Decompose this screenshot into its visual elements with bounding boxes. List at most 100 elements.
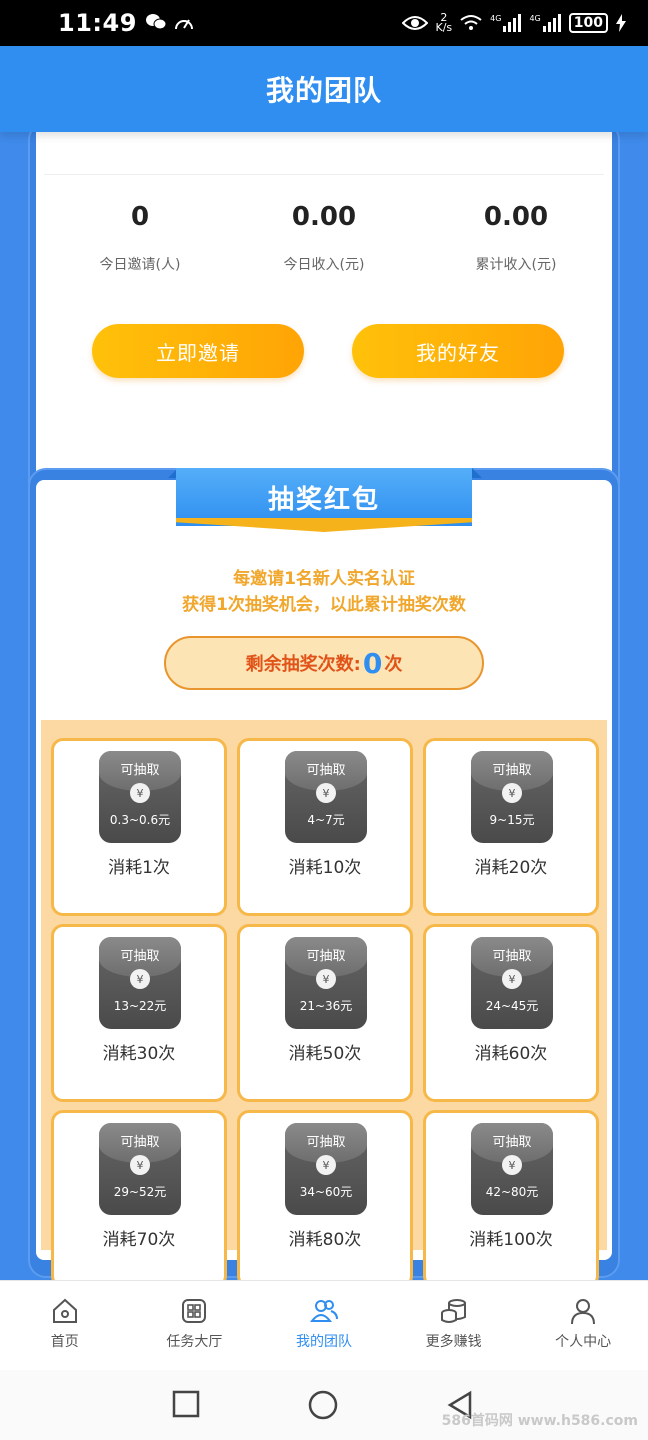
envelope-cost: 消耗70次 bbox=[102, 1230, 176, 1250]
nav-label: 个人中心 bbox=[555, 1334, 612, 1350]
divider bbox=[44, 174, 604, 175]
envelope-cost: 消耗30次 bbox=[102, 1044, 176, 1064]
red-envelope-grid: 可抽取 ¥0.3~0.6元 消耗1次 可抽取 ¥4~7元 消耗10次 可抽取 ¥9~15元 消耗… bbox=[41, 720, 607, 1280]
lottery-tip-line2: 获得1次抽奖机会，以此累计抽奖次数 bbox=[182, 595, 466, 615]
stat-label: 累计收入(元) bbox=[475, 257, 557, 273]
signal-label: 4G bbox=[490, 14, 502, 23]
nav-label: 更多赚钱 bbox=[425, 1334, 482, 1350]
envelope-card[interactable]: 可抽取 ¥9~15元消耗20次 bbox=[423, 738, 599, 916]
yuan-coin-icon: ¥ bbox=[316, 783, 336, 803]
envelope-cost: 消耗60次 bbox=[474, 1044, 548, 1064]
yuan-coin-icon: ¥ bbox=[502, 1155, 522, 1175]
nav-label: 任务大厅 bbox=[166, 1334, 223, 1350]
envelope-range: 21~36元 bbox=[299, 999, 353, 1013]
envelope-label: 可抽取 bbox=[492, 763, 532, 778]
yuan-coin-icon: ¥ bbox=[316, 1155, 336, 1175]
envelope-card[interactable]: 可抽取 ¥29~52元消耗70次 bbox=[51, 1110, 227, 1280]
envelope-label: 可抽取 bbox=[306, 1135, 346, 1150]
yuan-coin-icon: ¥ bbox=[316, 969, 336, 989]
bottom-nav: 首页 任务大厅 我的团队 更多赚钱 个人中心 bbox=[0, 1280, 648, 1370]
stat-value: 0.00 bbox=[483, 202, 549, 232]
yuan-coin-icon: ¥ bbox=[130, 969, 150, 989]
yuan-coin-icon: ¥ bbox=[130, 1155, 150, 1175]
home-icon bbox=[52, 1298, 77, 1323]
envelope-label: 可抽取 bbox=[120, 949, 160, 964]
app-header: 我的团队 bbox=[0, 46, 648, 132]
user-icon bbox=[571, 1299, 596, 1325]
remaining-count: 0 bbox=[362, 646, 383, 680]
wechat-icon bbox=[145, 14, 167, 30]
speedometer-icon bbox=[174, 19, 193, 30]
eye-icon bbox=[401, 16, 428, 30]
envelope-cost: 消耗10次 bbox=[288, 858, 362, 878]
system-nav-bar: 586首码网 www.h586.com bbox=[0, 1370, 648, 1440]
envelope-label: 可抽取 bbox=[492, 949, 532, 964]
red-envelope-icon: 可抽取 ¥9~15元 bbox=[471, 751, 553, 843]
envelope-range: 29~52元 bbox=[113, 1185, 167, 1199]
my-friends-button[interactable]: 我的好友 bbox=[352, 324, 564, 378]
remaining-draws-badge: 剩余抽奖次数: 0 次 bbox=[164, 636, 484, 690]
envelope-range: 13~22元 bbox=[113, 999, 167, 1013]
envelope-label: 可抽取 bbox=[306, 763, 346, 778]
team-icon bbox=[309, 1300, 338, 1322]
net-speed: 2 K/s bbox=[435, 12, 453, 34]
nav-profile[interactable]: 个人中心 bbox=[518, 1281, 648, 1370]
red-envelope-icon: 可抽取 ¥42~80元 bbox=[471, 1123, 553, 1215]
envelope-cost: 消耗50次 bbox=[288, 1044, 362, 1064]
envelope-card[interactable]: 可抽取 ¥13~22元消耗30次 bbox=[51, 924, 227, 1102]
battery-indicator: 100 bbox=[568, 13, 608, 33]
net-speed-unit: K/s bbox=[435, 21, 453, 34]
envelope-range: 34~60元 bbox=[299, 1185, 353, 1199]
envelope-cost: 消耗80次 bbox=[288, 1230, 362, 1250]
envelope-card[interactable]: 可抽取 ¥42~80元消耗100次 bbox=[423, 1110, 599, 1280]
stat-today-invites: 0 今日邀请(人) bbox=[40, 202, 240, 274]
envelope-card[interactable]: 可抽取 ¥0.3~0.6元 消耗1次 bbox=[51, 738, 227, 916]
lottery-tip-line1: 每邀请1名新人实名认证 bbox=[233, 569, 415, 589]
nav-label: 我的团队 bbox=[295, 1334, 352, 1350]
envelope-range: 4~7元 bbox=[307, 813, 345, 827]
envelope-label: 可抽取 bbox=[120, 1135, 160, 1150]
envelope-range: 24~45元 bbox=[485, 999, 539, 1013]
remaining-unit: 次 bbox=[384, 654, 403, 675]
stat-value: 0 bbox=[130, 202, 150, 232]
nav-more-earn[interactable]: 更多赚钱 bbox=[389, 1281, 519, 1370]
main-content[interactable]: 0 今日邀请(人) 0.00 今日收入(元) 0.00 累计收入(元) 立即邀请… bbox=[0, 132, 648, 1280]
signal-icon: 4G bbox=[490, 14, 522, 32]
coins-icon bbox=[440, 1299, 466, 1323]
stat-today-income: 0.00 今日收入(元) bbox=[224, 202, 424, 274]
red-envelope-icon: 可抽取 ¥29~52元 bbox=[99, 1123, 181, 1215]
watermark: 586首码网 www.h586.com bbox=[441, 1413, 638, 1429]
envelope-label: 可抽取 bbox=[492, 1135, 532, 1150]
lottery-title-ribbon: 抽奖红包 bbox=[176, 468, 472, 526]
status-bar: 11:49 2 K/s 4G 4G 100 bbox=[0, 0, 648, 46]
status-right: 2 K/s 4G 4G 100 bbox=[401, 12, 626, 34]
signal-icon-2: 4G bbox=[529, 14, 561, 32]
envelope-card[interactable]: 可抽取 ¥4~7元消耗10次 bbox=[237, 738, 413, 916]
stat-total-income: 0.00 累计收入(元) bbox=[416, 202, 616, 274]
home-circle-icon[interactable] bbox=[308, 1390, 338, 1420]
invite-now-button[interactable]: 立即邀请 bbox=[92, 324, 304, 378]
nav-task-hall[interactable]: 任务大厅 bbox=[130, 1281, 260, 1370]
envelope-card[interactable]: 可抽取 ¥24~45元 消耗60次 bbox=[423, 924, 599, 1102]
red-envelope-icon: 可抽取 ¥21~36元 bbox=[285, 937, 367, 1029]
signal-label-2: 4G bbox=[529, 14, 541, 23]
red-envelope-icon: 可抽取 ¥0.3~0.6元 bbox=[99, 751, 181, 843]
status-time: 11:49 bbox=[58, 9, 137, 37]
charging-icon bbox=[616, 14, 626, 32]
nav-my-team[interactable]: 我的团队 bbox=[259, 1281, 389, 1370]
envelope-cost: 消耗20次 bbox=[474, 858, 548, 878]
envelope-range: 9~15元 bbox=[489, 813, 535, 827]
yuan-coin-icon: ¥ bbox=[502, 783, 522, 803]
envelope-range: 42~80元 bbox=[485, 1185, 539, 1199]
envelope-card[interactable]: 可抽取 ¥21~36元消耗50次 bbox=[237, 924, 413, 1102]
recents-icon[interactable] bbox=[172, 1390, 200, 1418]
envelope-card[interactable]: 可抽取 ¥34~60元消耗80次 bbox=[237, 1110, 413, 1280]
red-envelope-icon: 可抽取 ¥34~60元 bbox=[285, 1123, 367, 1215]
remaining-label: 剩余抽奖次数: bbox=[245, 654, 361, 675]
stat-value: 0.00 bbox=[291, 202, 357, 232]
envelope-cost: 消耗100次 bbox=[469, 1230, 553, 1250]
stat-label: 今日收入(元) bbox=[283, 257, 365, 273]
envelope-label: 可抽取 bbox=[120, 763, 160, 778]
nav-home[interactable]: 首页 bbox=[0, 1281, 130, 1370]
status-left-icons bbox=[145, 13, 195, 33]
